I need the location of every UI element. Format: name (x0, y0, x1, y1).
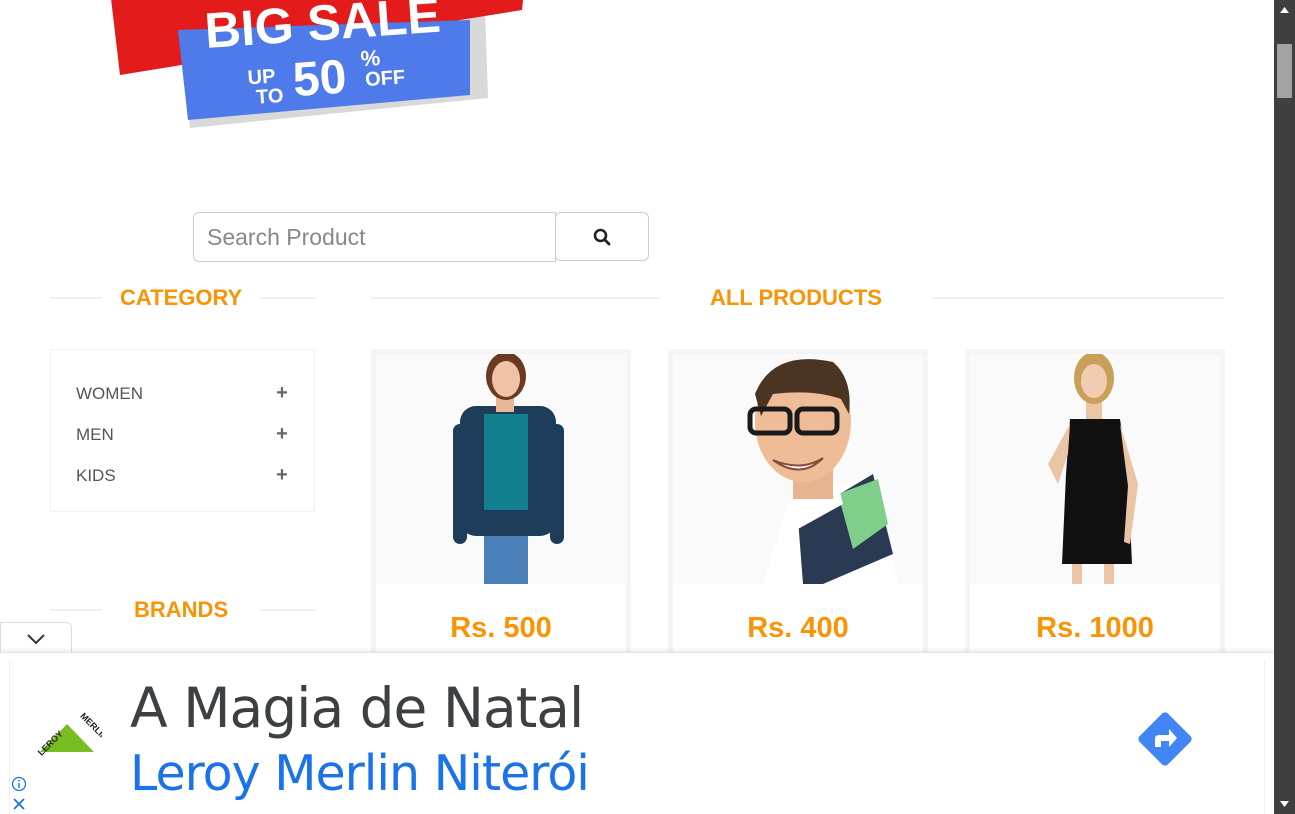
banner-off: OFF (364, 66, 405, 91)
product-price: Rs. 1000 (1036, 612, 1154, 644)
search-button[interactable] (555, 212, 649, 261)
svg-text:MERLIN: MERLIN (78, 711, 102, 742)
heading-divider (371, 297, 660, 299)
product-card[interactable]: Rs. 500 (371, 349, 631, 659)
heading-divider (260, 609, 315, 611)
vertical-scrollbar[interactable] (1274, 0, 1295, 814)
search-input[interactable] (193, 212, 556, 262)
category-item-kids[interactable]: KIDS + (76, 455, 289, 496)
product-image[interactable] (970, 354, 1220, 584)
ad-info-button[interactable] (11, 776, 27, 792)
close-icon (13, 798, 25, 810)
plus-icon[interactable]: + (275, 464, 289, 487)
directions-button[interactable] (1135, 709, 1195, 769)
plus-icon[interactable]: + (275, 423, 289, 446)
ad-content[interactable]: LEROY MERLIN A Magia de Natal Leroy Merl… (9, 661, 1265, 814)
product-card[interactable]: Rs. 1000 (965, 349, 1225, 659)
product-price: Rs. 400 (747, 612, 849, 644)
product-image[interactable] (673, 354, 923, 584)
all-products-heading-title: ALL PRODUCTS (710, 285, 882, 310)
category-item-women[interactable]: WOMEN + (76, 373, 289, 414)
category-item-men[interactable]: MEN + (76, 414, 289, 455)
leroy-merlin-logo: LEROY MERLIN (32, 706, 110, 766)
page: BIG SALE UP TO 50 % OFF CATEGORY ALL PRO… (0, 0, 1295, 814)
heading-divider (50, 609, 102, 611)
category-panel: WOMEN + MEN + KIDS + (50, 349, 315, 512)
info-icon (11, 776, 27, 792)
search-bar (193, 212, 649, 262)
plus-icon[interactable]: + (275, 382, 289, 405)
ad-title[interactable]: A Magia de Natal (130, 676, 584, 740)
category-item-label: MEN (76, 424, 114, 444)
chevron-down-icon (27, 633, 45, 644)
brands-heading: BRANDS (50, 595, 315, 625)
product-image[interactable] (376, 354, 626, 584)
scroll-down-button[interactable] (1274, 794, 1295, 814)
scroll-thumb[interactable] (1277, 44, 1292, 98)
category-heading: CATEGORY (50, 283, 315, 313)
arrow-down-icon (1280, 801, 1289, 807)
directions-icon (1138, 712, 1192, 766)
ad-subtitle[interactable]: Leroy Merlin Niterói (130, 745, 590, 802)
arrow-up-icon (1280, 7, 1289, 13)
big-sale-banner[interactable]: BIG SALE UP TO 50 % OFF (110, 0, 540, 130)
product-card[interactable]: Rs. 400 (668, 349, 928, 659)
category-heading-title: CATEGORY (120, 285, 243, 310)
all-products-heading: ALL PRODUCTS (371, 283, 1224, 313)
product-price: Rs. 500 (450, 612, 552, 644)
category-item-label: WOMEN (76, 383, 144, 403)
heading-divider (931, 297, 1224, 299)
banner-to: TO (255, 85, 284, 109)
heading-divider (50, 297, 102, 299)
ad-collapse-button[interactable] (0, 622, 72, 654)
search-icon (593, 228, 611, 245)
brands-heading-title: BRANDS (134, 597, 229, 622)
banner-percent-value: 50 (291, 51, 348, 108)
scroll-up-button[interactable] (1274, 0, 1295, 20)
ad-close-button[interactable] (11, 796, 27, 812)
category-item-label: KIDS (76, 465, 116, 485)
heading-divider (260, 297, 315, 299)
ad-banner[interactable]: LEROY MERLIN A Magia de Natal Leroy Merl… (0, 652, 1274, 814)
